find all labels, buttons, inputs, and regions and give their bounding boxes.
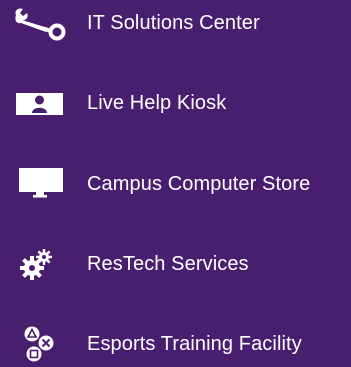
menu-item-label: Campus Computer Store <box>87 173 311 195</box>
monitor-icon <box>0 164 80 204</box>
menu-item-label: Esports Training Facility <box>87 333 302 355</box>
menu-item-label: Live Help Kiosk <box>87 92 227 114</box>
menu-item-restech-services[interactable]: ResTech Services <box>0 244 351 284</box>
menu-item-it-solutions-center[interactable]: IT Solutions Center <box>0 3 351 43</box>
person-badge-icon <box>0 83 80 123</box>
menu-item-label: IT Solutions Center <box>87 12 260 34</box>
menu-item-campus-computer-store[interactable]: Campus Computer Store <box>0 164 351 204</box>
gears-icon <box>0 244 80 284</box>
services-menu: IT Solutions Center Live Help Kiosk Camp… <box>0 0 351 367</box>
wrench-icon <box>0 3 80 43</box>
gamepad-buttons-icon <box>0 324 80 364</box>
menu-item-esports-training-facility[interactable]: Esports Training Facility <box>0 324 351 364</box>
menu-item-label: ResTech Services <box>87 253 249 275</box>
menu-item-live-help-kiosk[interactable]: Live Help Kiosk <box>0 83 351 123</box>
